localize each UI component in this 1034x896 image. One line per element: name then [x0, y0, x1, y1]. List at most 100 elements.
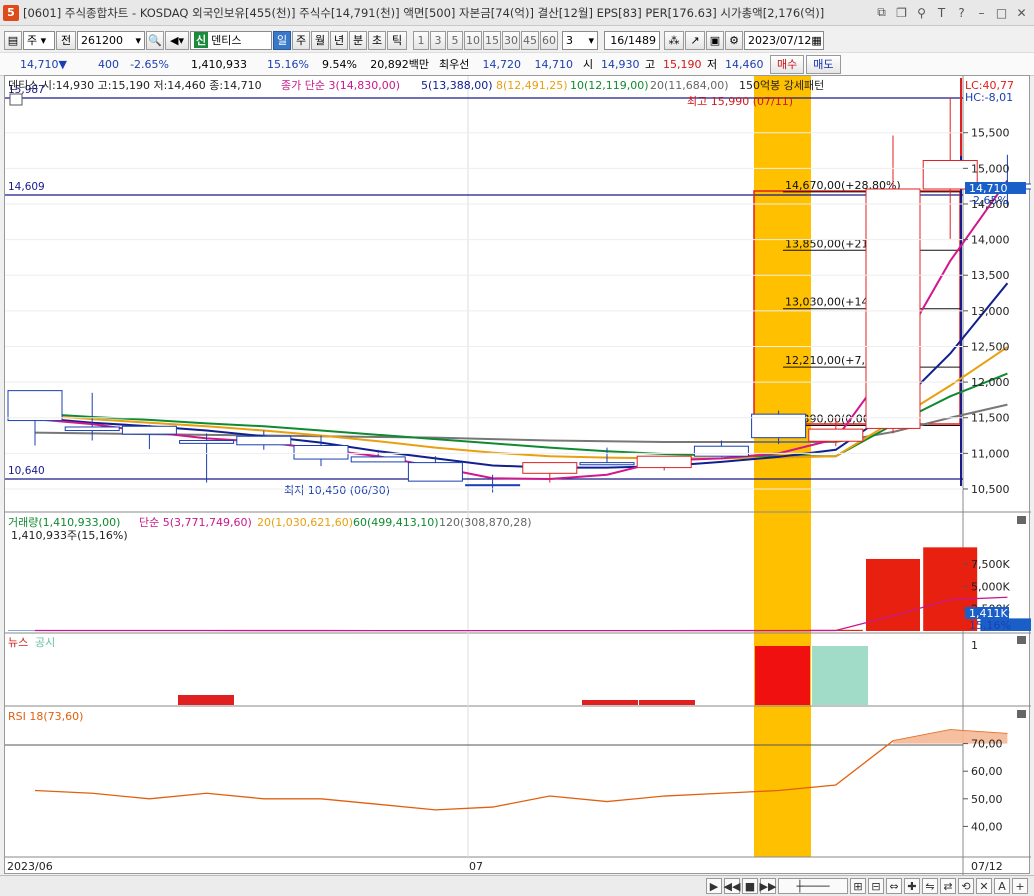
- close-icon[interactable]: ✕: [976, 878, 992, 894]
- table-icon[interactable]: [9, 93, 23, 106]
- shrink-icon[interactable]: ⇄: [940, 878, 956, 894]
- chart-area[interactable]: 15,987 14,609 10,640 덴티스 시:14,930 고:15,1…: [4, 75, 1034, 875]
- stock-name-field[interactable]: 신 덴티스: [190, 30, 272, 50]
- code-value: 261200: [81, 33, 123, 47]
- draw-icon[interactable]: ↗: [685, 30, 705, 50]
- tab-period-second[interactable]: 초: [368, 30, 386, 50]
- font-increase-icon[interactable]: A: [994, 878, 1010, 894]
- market-select-value: 주: [27, 34, 38, 47]
- interval-1[interactable]: 1: [413, 30, 429, 50]
- tab-period-month[interactable]: 월: [311, 30, 329, 50]
- count-select-value: 3: [566, 33, 573, 47]
- candle-body: [522, 462, 578, 474]
- save-icon[interactable]: ▣: [706, 30, 724, 50]
- volume-ma60-legend: 60(499,413,10): [353, 516, 439, 529]
- bottom-scrollbar: ▶ ◀◀ ■ ▶▶ ┼──── ⊞ ⊟ ⇔ ✚ ⇋ ⇄ ⟲ ✕ A +: [0, 875, 1034, 896]
- volume: 1,410,933: [191, 57, 247, 71]
- interval-3[interactable]: 3: [430, 30, 446, 50]
- zoom-in-icon[interactable]: ⊞: [850, 878, 866, 894]
- panel-collapse-button[interactable]: [1017, 516, 1026, 524]
- price-axis-label: 14,000: [971, 234, 1010, 247]
- zoom-out-icon[interactable]: ⊟: [868, 878, 884, 894]
- interval-5[interactable]: 5: [447, 30, 463, 50]
- ma20-legend: 20(11,684,00): [650, 79, 729, 92]
- speaker-icon[interactable]: ◀▾: [165, 30, 189, 50]
- x-axis-mid: 07: [469, 860, 483, 873]
- stop-icon[interactable]: ■: [742, 878, 758, 894]
- candle-body: [121, 425, 177, 435]
- layout-icon[interactable]: ▤: [4, 30, 22, 50]
- search-icon[interactable]: 🔍: [146, 30, 164, 50]
- restore-icon[interactable]: ❐: [893, 4, 910, 21]
- low-label: 저: [707, 58, 718, 71]
- ma8-legend: 8(12,491,25): [496, 79, 568, 92]
- rewind-icon[interactable]: ◀◀: [724, 878, 740, 894]
- close-icon[interactable]: ✕: [1013, 4, 1030, 21]
- panel-collapse-button[interactable]: [1017, 710, 1026, 718]
- gear-icon[interactable]: ⚙: [725, 30, 743, 50]
- expand-icon[interactable]: ⇔: [886, 878, 902, 894]
- candle-body: [64, 426, 120, 432]
- help-icon[interactable]: ?: [953, 4, 970, 21]
- news-bar: [178, 695, 234, 705]
- price-axis-label: 15,000: [971, 162, 1010, 175]
- tab-period-tick[interactable]: 틱: [387, 30, 407, 50]
- candle-body: [236, 435, 292, 446]
- price-axis-label: 13,500: [971, 269, 1010, 282]
- low-price: 14,460: [725, 57, 764, 71]
- tab-period-week[interactable]: 주: [292, 30, 310, 50]
- font-icon[interactable]: T: [933, 4, 950, 21]
- chevron-down-icon: ▾: [588, 33, 594, 47]
- chart-canvas[interactable]: 15,987 14,609 10,640 덴티스 시:14,930 고:15,1…: [5, 76, 1034, 875]
- price-change: 400: [98, 57, 119, 71]
- sell-button[interactable]: 매도: [806, 54, 841, 74]
- candle-body: [7, 390, 63, 422]
- link-icon[interactable]: ⧉: [873, 4, 890, 21]
- candle-body: [179, 440, 235, 444]
- tab-period-year[interactable]: 년: [330, 30, 348, 50]
- volume-legend: 거래량(1,410,933,00): [8, 516, 120, 529]
- best-bid: 14,710: [534, 57, 574, 71]
- price-axis-label: 15,500: [971, 127, 1010, 140]
- maximize-icon[interactable]: □: [993, 4, 1010, 21]
- interval-60[interactable]: 60: [540, 30, 558, 50]
- stock-name: 덴티스: [211, 34, 242, 47]
- reset-icon[interactable]: ⟲: [958, 878, 974, 894]
- candle-body: [407, 462, 463, 482]
- fit-icon[interactable]: ⇋: [922, 878, 938, 894]
- calendar-icon[interactable]: ▦: [811, 34, 821, 47]
- date-input[interactable]: 2023/07/12 ▦: [744, 30, 824, 50]
- play-icon[interactable]: ▶: [706, 878, 722, 894]
- crosshair-icon[interactable]: ✚: [904, 878, 920, 894]
- news-legend: 뉴스: [8, 636, 28, 649]
- buy-button[interactable]: 매수: [770, 54, 805, 74]
- news-bar: [639, 700, 695, 705]
- minimize-icon[interactable]: –: [973, 4, 990, 21]
- highlight-column: [754, 76, 811, 857]
- window-controls: ⧉ ❐ ⚲ T ? – □ ✕: [873, 4, 1030, 21]
- interval-45[interactable]: 45: [521, 30, 539, 50]
- market-select[interactable]: 주 ▾: [23, 30, 55, 50]
- interval-15[interactable]: 15: [483, 30, 501, 50]
- disclosure-legend: 공시: [35, 636, 55, 649]
- interval-10[interactable]: 10: [464, 30, 482, 50]
- pin-icon[interactable]: ⚲: [913, 4, 930, 21]
- fast-forward-icon[interactable]: ▶▶: [760, 878, 776, 894]
- panel-collapse-button[interactable]: [1017, 636, 1026, 644]
- price-axis-label: 12,000: [971, 376, 1010, 389]
- price-axis-label: 10,500: [971, 483, 1010, 496]
- grid-icon[interactable]: ⁂: [664, 30, 684, 50]
- page-counter: 16/1489: [604, 30, 660, 50]
- tab-period-minute[interactable]: 분: [349, 30, 367, 50]
- code-input[interactable]: 261200 ▾: [77, 30, 145, 50]
- interval-30[interactable]: 30: [502, 30, 520, 50]
- prev-button[interactable]: 전: [56, 30, 76, 50]
- zoom-slider[interactable]: ┼────: [778, 878, 848, 894]
- tab-period-day[interactable]: 일: [273, 30, 291, 50]
- trade-amount: 20,892백만: [370, 58, 429, 71]
- volume-sub-label: 1,410,933주(15,16%): [11, 529, 128, 542]
- count-select[interactable]: 3 ▾: [562, 30, 598, 50]
- rsi-axis-label: 60,00: [971, 765, 1003, 778]
- font-decrease-icon[interactable]: +: [1012, 878, 1028, 894]
- chevron-down-icon: ▾: [135, 33, 141, 47]
